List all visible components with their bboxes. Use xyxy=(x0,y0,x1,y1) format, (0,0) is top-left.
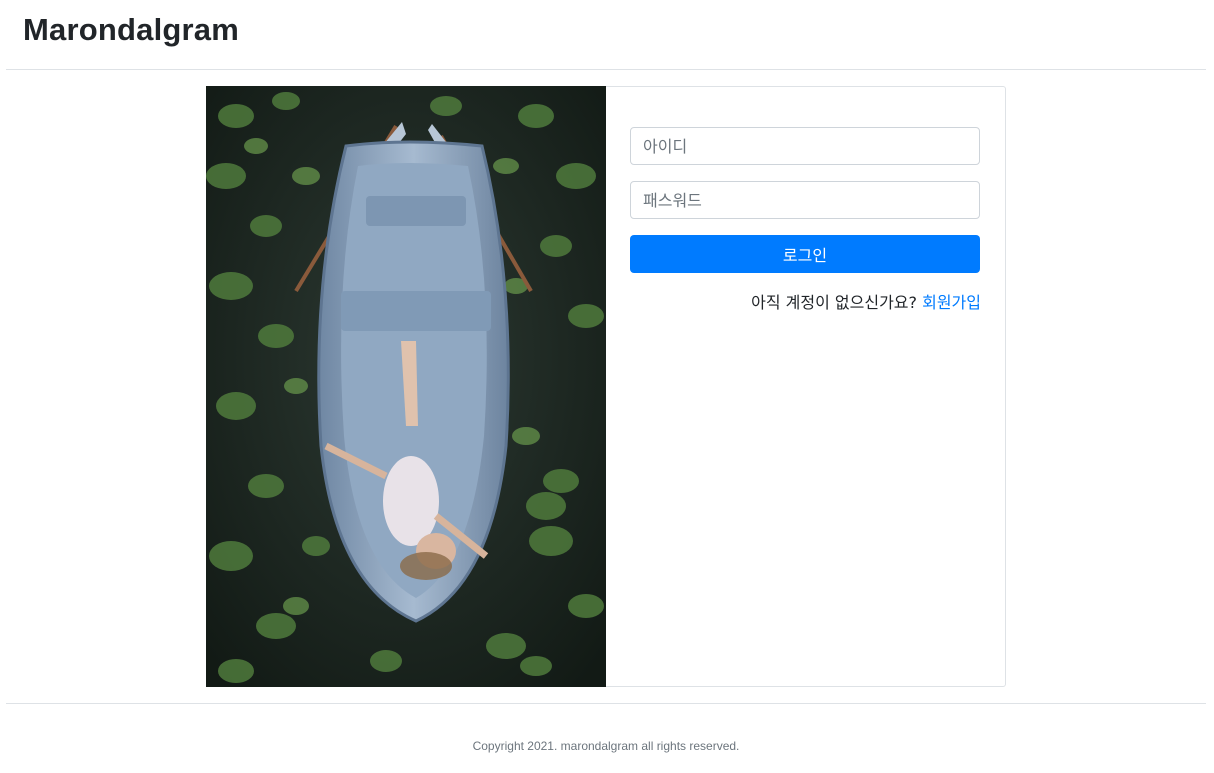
password-input[interactable] xyxy=(630,181,980,219)
boat-photo xyxy=(206,86,606,687)
brand-logo[interactable]: Marondalgram xyxy=(23,12,239,48)
signup-link[interactable]: 회원가입 xyxy=(922,293,981,312)
signup-prompt: 아직 계정이 없으신가요? xyxy=(751,293,923,312)
copyright-text: Copyright 2021. marondalgram all rights … xyxy=(472,739,740,753)
site-footer: Copyright 2021. marondalgram all rights … xyxy=(6,703,1206,773)
site-header: Marondalgram xyxy=(6,0,1206,70)
id-input[interactable] xyxy=(630,127,980,165)
login-button[interactable]: 로그인 xyxy=(630,235,980,273)
login-panel: 로그인 아직 계정이 없으신가요? 회원가입 xyxy=(606,86,1006,687)
signup-row: 아직 계정이 없으신가요? 회원가입 xyxy=(751,289,981,313)
login-section: 로그인 아직 계정이 없으신가요? 회원가입 xyxy=(206,86,1006,687)
